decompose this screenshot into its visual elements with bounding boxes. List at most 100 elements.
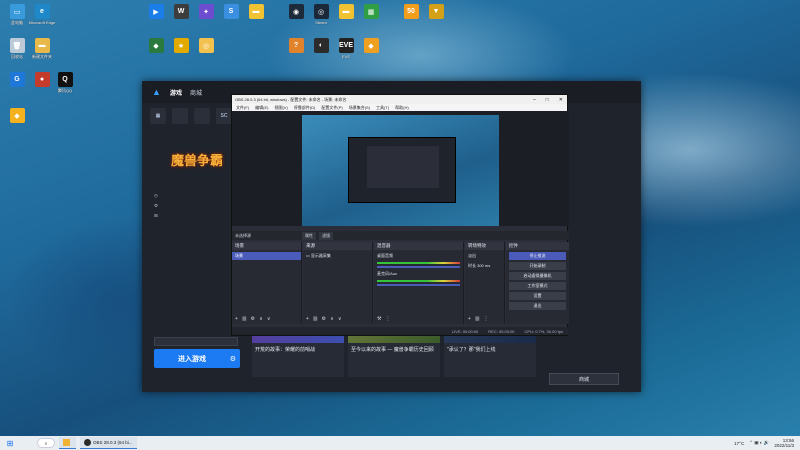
exit-button[interactable]: 退出 <box>509 302 566 310</box>
shop-button[interactable]: 商城 <box>549 373 619 385</box>
desktop-icon[interactable]: ▶ <box>143 4 169 20</box>
nav-shop[interactable]: 商城 <box>190 88 202 97</box>
menu-icon[interactable]: ⋮ <box>385 316 390 322</box>
window-controls: – □ ✕ <box>533 97 567 103</box>
close-icon[interactable]: ✕ <box>559 97 563 103</box>
obs-preview[interactable] <box>302 115 499 226</box>
game-menu-item[interactable]: ⊞ <box>154 213 158 219</box>
desktop-icon[interactable]: G <box>4 72 30 88</box>
virtual-camera-button[interactable]: 启动虚拟摄像机 <box>509 272 566 280</box>
trash-icon[interactable]: ▥ <box>475 316 480 322</box>
weather-text[interactable]: 17°C <box>734 441 744 446</box>
game-tab-starcraft[interactable]: SC <box>216 108 232 124</box>
nav-games[interactable]: 游戏 <box>170 88 182 97</box>
desktop-icon[interactable]: ▬ <box>333 4 359 20</box>
menu-item[interactable]: 配置文件(P) <box>321 105 342 111</box>
game-tab-2[interactable] <box>194 108 210 124</box>
minimize-icon[interactable]: – <box>533 97 536 103</box>
windows-start-icon[interactable]: ⊞ <box>4 437 16 449</box>
stop-streaming-button[interactable]: 停止推流 <box>509 252 566 260</box>
desktop-icon[interactable]: ✦ <box>193 4 219 20</box>
taskbar-app-obs[interactable]: OBS 28.0.3 (64 bi... <box>80 437 137 449</box>
trash-icon[interactable]: ▥ <box>242 316 247 322</box>
game-tab-all[interactable]: ▦ <box>150 108 166 124</box>
play-button[interactable]: 进入游戏 ⚙ <box>154 349 240 368</box>
desktop-icon[interactable]: ▭ 此电脑 <box>4 4 30 25</box>
app-icon: ▬ <box>34 38 50 53</box>
tab-properties[interactable]: 属性 <box>302 231 316 240</box>
desktop-icon[interactable]: ◆ <box>358 38 384 54</box>
desktop-icon[interactable]: 50 <box>398 4 424 20</box>
volume-slider[interactable] <box>377 284 460 286</box>
studio-mode-button[interactable]: 工作室模式 <box>509 282 566 290</box>
menu-item[interactable]: 工具(T) <box>376 105 389 111</box>
desktop-icon[interactable]: 🗑 回收站 <box>4 38 30 59</box>
system-tray: 17°C ⌃ ▣ ◐ 🔊 13:56 2022/11/3 <box>734 438 800 448</box>
preview-nested-obs <box>367 146 439 188</box>
launcher-logo-icon[interactable]: ▲ <box>152 87 162 97</box>
trash-icon[interactable]: ▥ <box>313 316 318 322</box>
transition-duration[interactable]: 时长 300 ms <box>465 262 504 270</box>
down-icon[interactable]: ∨ <box>338 316 342 322</box>
menu-item[interactable]: 文件(F) <box>236 105 249 111</box>
clock[interactable]: 13:56 2022/11/3 <box>774 438 794 448</box>
desktop-icon[interactable]: Q 腾讯QQ <box>52 72 78 93</box>
down-icon[interactable]: ∨ <box>267 316 271 322</box>
maximize-icon[interactable]: □ <box>546 97 549 103</box>
desktop-icon[interactable]: ◎ <box>193 38 219 54</box>
gear-icon[interactable]: ⚙ <box>322 316 326 322</box>
menu-item[interactable]: 视图(V) <box>274 105 287 111</box>
game-menu-item[interactable]: ⚙ <box>154 203 158 209</box>
desktop-icon[interactable]: S <box>218 4 244 20</box>
app-icon: ▶ <box>148 4 164 19</box>
settings-button[interactable]: 设置 <box>509 292 566 300</box>
desktop-icon[interactable]: W <box>168 4 194 20</box>
app-icon: ▬ <box>338 4 354 19</box>
scene-item[interactable]: 场景 <box>232 252 301 260</box>
menu-item[interactable]: 帮助(H) <box>395 105 409 111</box>
desktop-icon[interactable]: ◐ <box>308 38 334 54</box>
menu-icon[interactable]: ⋮ <box>484 316 489 322</box>
controls-dock: 控件 停止推流 开始录制 启动虚拟摄像机 工作室模式 设置 退出 <box>506 242 569 324</box>
tab-filters[interactable]: 滤镜 <box>319 231 333 240</box>
desktop-icon[interactable]: ◉ <box>283 4 309 20</box>
volume-slider[interactable] <box>377 266 460 268</box>
desktop-icon[interactable]: EVE EVE <box>333 38 359 59</box>
desktop-icon[interactable]: ? <box>283 38 309 54</box>
game-menu-item[interactable]: ◷ <box>154 193 158 199</box>
app-icon: S <box>223 4 239 19</box>
preview-nested-window <box>348 137 456 203</box>
news-title: "承认了？那"我们上线 <box>447 347 496 353</box>
desktop-icon[interactable]: ▦ <box>358 4 384 20</box>
gear-icon[interactable]: ⚙ <box>230 355 236 363</box>
start-recording-button[interactable]: 开始录制 <box>509 262 566 270</box>
desktop-icon[interactable]: ▬ 新建文件夹 <box>29 38 55 59</box>
desktop-icon[interactable]: e Microsoft Edge <box>29 4 55 25</box>
app-icon: ◆ <box>148 38 164 53</box>
tray-icons[interactable]: ⌃ ▣ ◐ 🔊 <box>749 440 769 446</box>
taskbar-app[interactable] <box>59 437 76 449</box>
desktop-icon[interactable]: ◆ <box>143 38 169 54</box>
add-icon[interactable]: + <box>235 316 238 322</box>
search-icon[interactable]: ⌕ <box>37 438 55 448</box>
game-tab-1[interactable] <box>172 108 188 124</box>
gear-icon[interactable]: ⚙ <box>251 316 255 322</box>
source-item[interactable]: ▭ 显示器采集 <box>303 252 372 260</box>
desktop-icon[interactable]: ◆ <box>4 108 30 124</box>
desktop-icon[interactable]: ★ <box>168 38 194 54</box>
desktop-icon[interactable]: ▼ <box>423 4 449 20</box>
up-icon[interactable]: ∧ <box>330 316 334 322</box>
region-select[interactable] <box>154 337 238 346</box>
add-icon[interactable]: + <box>306 316 309 322</box>
up-icon[interactable]: ∧ <box>259 316 263 322</box>
wrench-icon[interactable]: ⚒ <box>377 316 381 322</box>
menu-item[interactable]: 场景集合(S) <box>349 105 370 111</box>
add-icon[interactable]: + <box>468 316 471 322</box>
desktop-icon[interactable]: ▬ <box>243 4 269 20</box>
transition-select[interactable]: 淡出 <box>465 252 504 260</box>
desktop-icon[interactable]: ◎ Steam <box>308 4 334 25</box>
menu-item[interactable]: 停靠部件(D) <box>294 105 316 111</box>
app-icon: ◆ <box>363 38 379 53</box>
menu-item[interactable]: 编辑(E) <box>255 105 268 111</box>
mixer-channel-label: 桌面音频 <box>377 253 393 258</box>
